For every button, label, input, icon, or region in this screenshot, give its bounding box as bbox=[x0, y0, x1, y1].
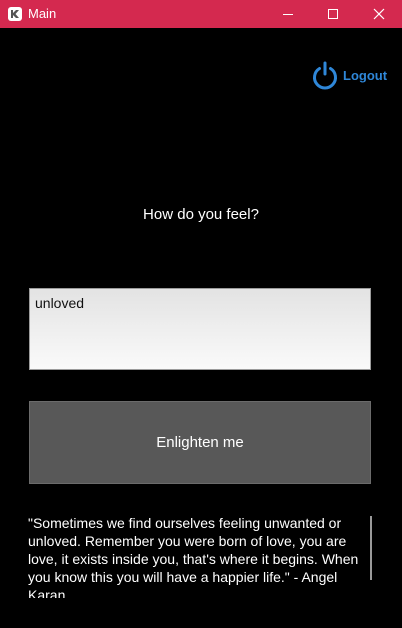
power-icon[interactable] bbox=[310, 60, 340, 90]
enlighten-button-label[interactable]: Enlighten me bbox=[156, 434, 244, 451]
close-button[interactable] bbox=[356, 0, 402, 28]
minimize-button[interactable] bbox=[265, 0, 311, 28]
maximize-button[interactable] bbox=[310, 0, 356, 28]
maximize-icon bbox=[328, 9, 338, 19]
title-bar: Main bbox=[0, 0, 402, 28]
close-icon bbox=[373, 8, 385, 20]
kivy-logo-icon bbox=[8, 7, 22, 21]
quote-scrollbar[interactable] bbox=[370, 516, 372, 580]
window-title: Main bbox=[28, 6, 57, 21]
feeling-input[interactable]: unloved bbox=[29, 288, 371, 370]
enlighten-button[interactable]: Enlighten me bbox=[29, 401, 371, 484]
app-window: Main Logout How do you feel? unloved Enl… bbox=[0, 0, 402, 628]
minimize-icon bbox=[283, 14, 293, 15]
quote-scroll-area[interactable]: "Sometimes we find ourselves feeling unw… bbox=[28, 514, 374, 598]
logout-label[interactable]: Logout bbox=[343, 68, 387, 83]
logout-button[interactable]: Logout bbox=[310, 60, 387, 90]
feeling-prompt: How do you feel? bbox=[143, 206, 259, 223]
quote-text: "Sometimes we find ourselves feeling unw… bbox=[28, 515, 359, 598]
